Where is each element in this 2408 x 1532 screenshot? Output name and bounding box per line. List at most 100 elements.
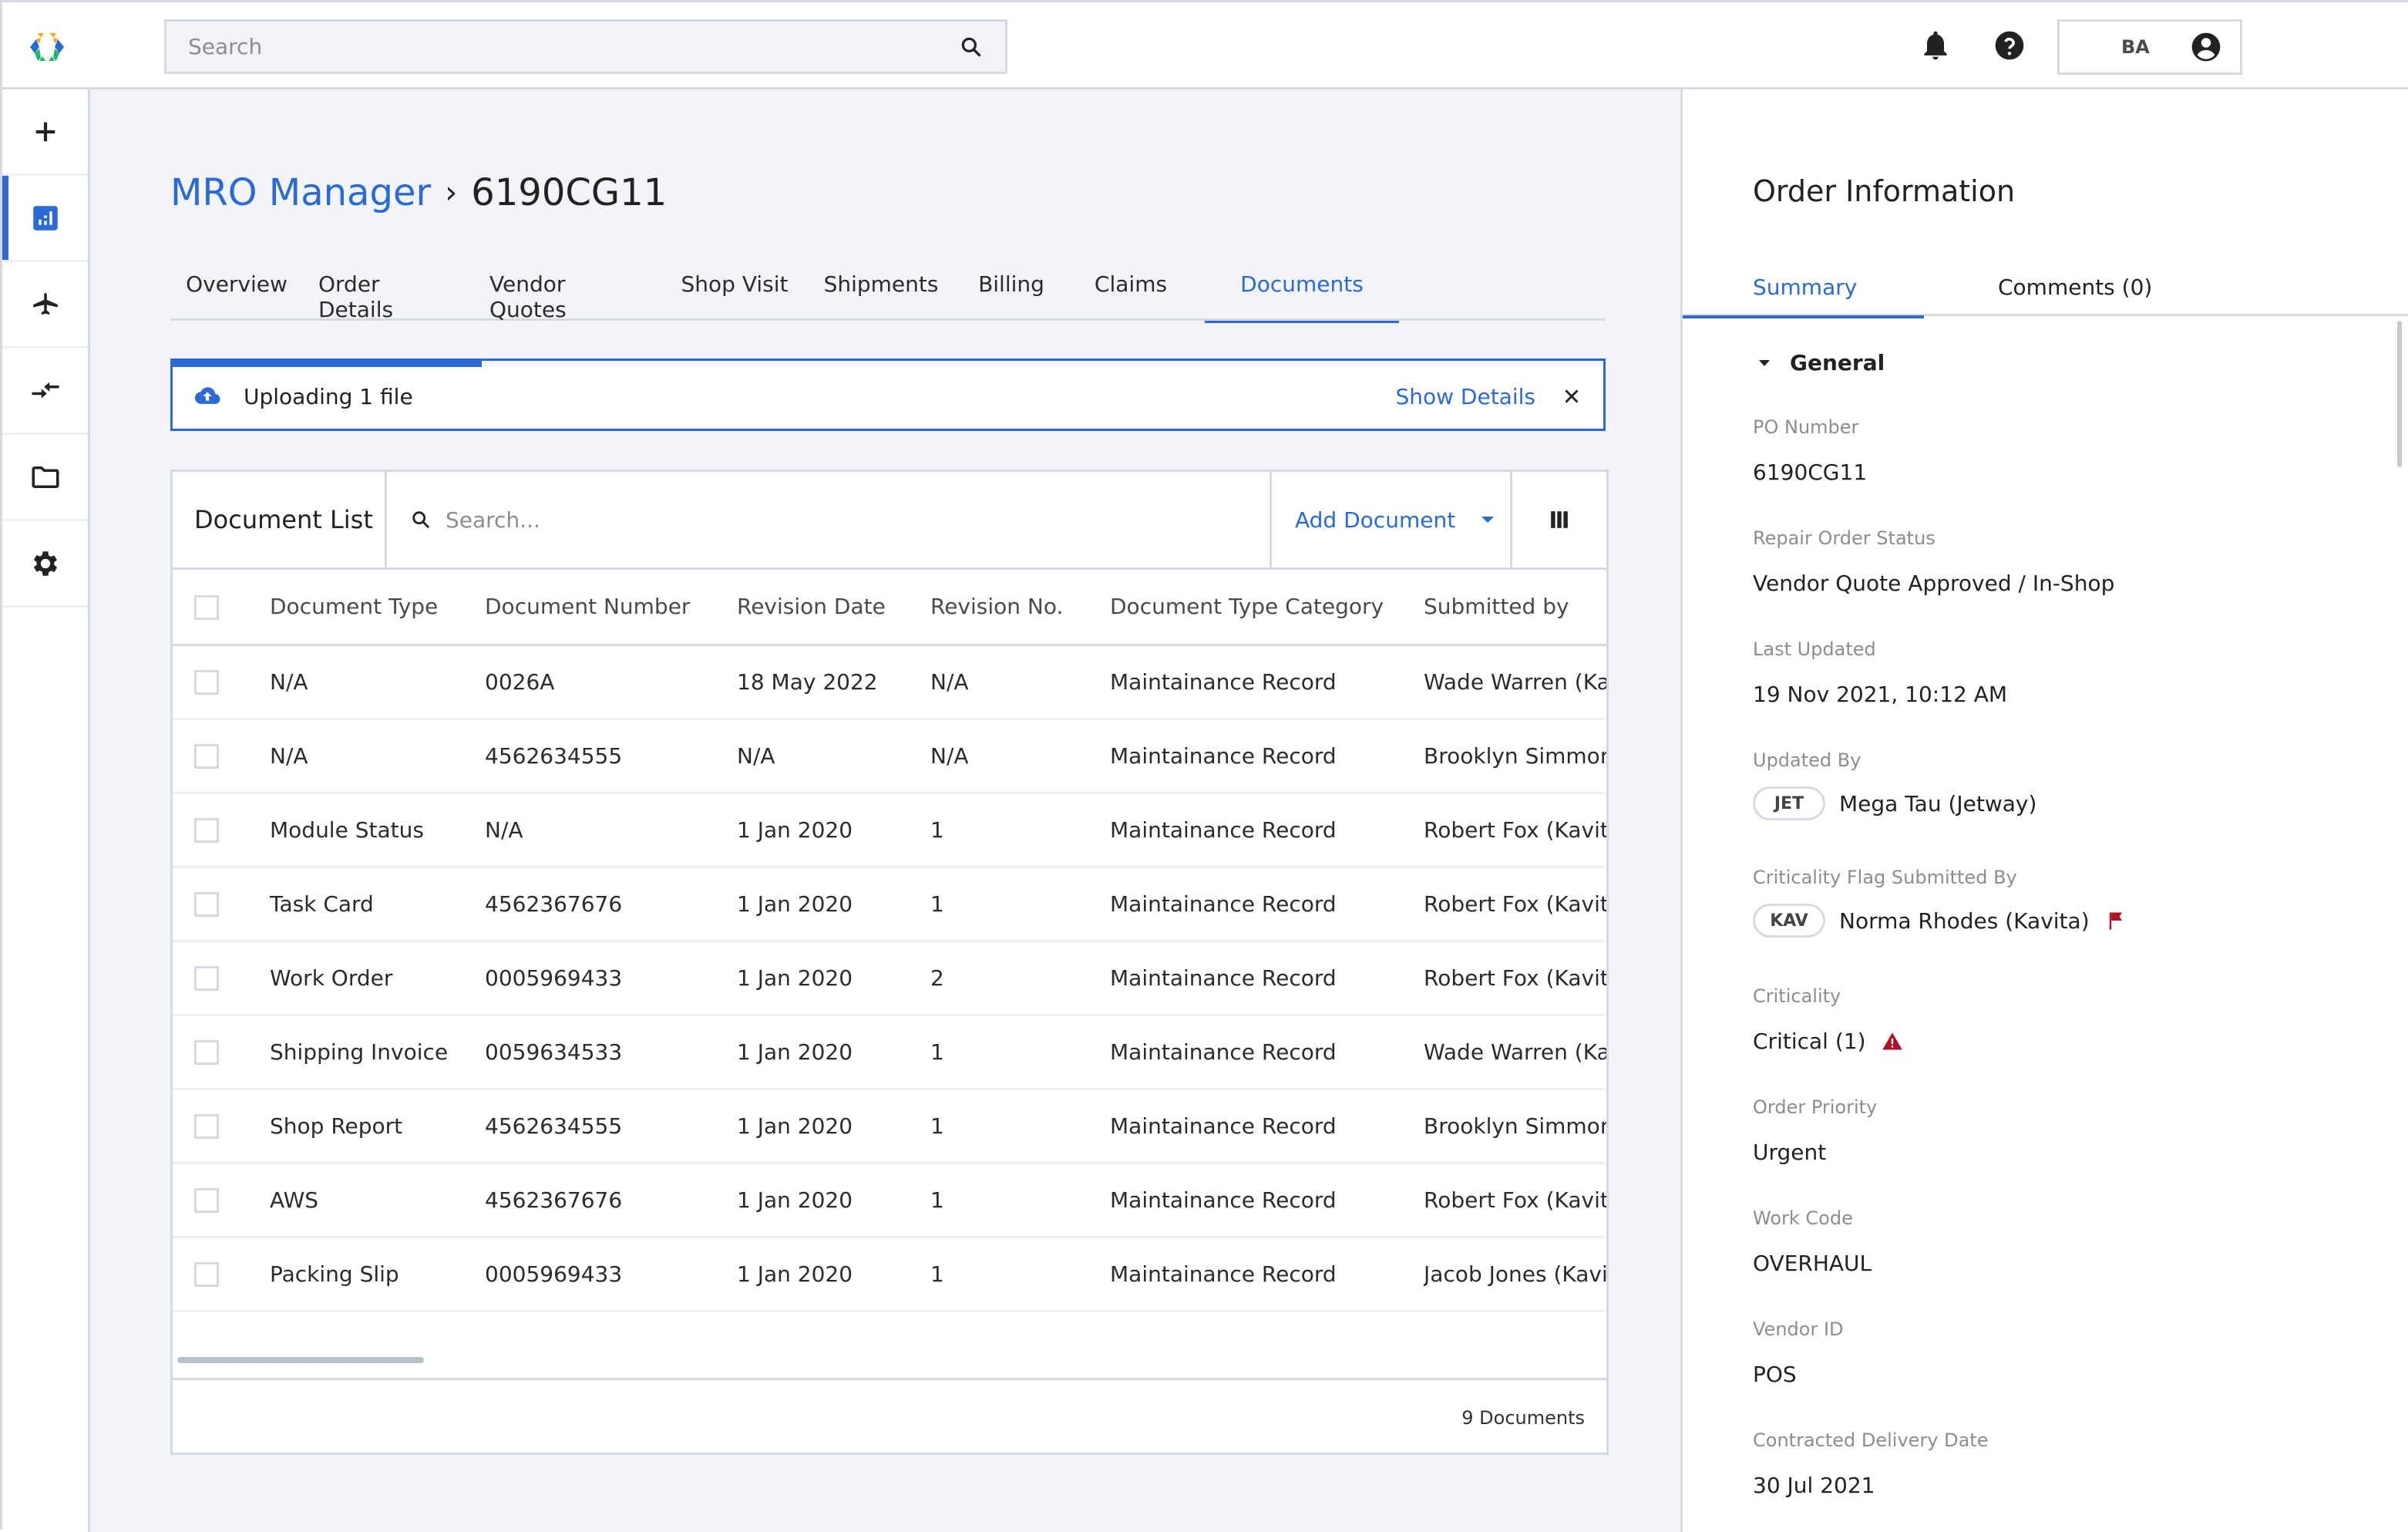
table-row[interactable]: Work Order 0005969433 1 Jan 2020 2 Maintaina…: [173, 941, 1606, 1015]
tab-vendor-quotes[interactable]: Vendor Quotes: [489, 271, 648, 322]
org-chip: JET: [1753, 786, 1825, 820]
tab-shop-visit[interactable]: Shop Visit: [681, 271, 789, 321]
order-information-panel: Order Information Summary Comments (0) G…: [1680, 89, 2408, 1532]
cell-revision-no: 1: [930, 1261, 944, 1287]
column-settings-button[interactable]: [1512, 472, 1606, 567]
top-bar: BA: [2, 2, 2408, 89]
tab-claims[interactable]: Claims: [1094, 271, 1168, 321]
field-value: Mega Tau (Jetway): [1839, 790, 2037, 817]
field-work-code: Work Code OVERHAUL: [1753, 1207, 1872, 1276]
breadcrumb-separator: ›: [445, 175, 458, 210]
field-label: Order Priority: [1753, 1096, 1878, 1118]
tab-billing[interactable]: Billing: [975, 271, 1048, 321]
table-header-row: Document Type Document Number Revision D…: [173, 570, 1606, 645]
column-header-submitted-by[interactable]: Submitted by: [1424, 570, 1606, 645]
column-header-document-type-category[interactable]: Document Type Category: [1110, 570, 1424, 645]
row-checkbox[interactable]: [194, 1040, 219, 1065]
cell-document-type-category: Maintainance Record: [1110, 1039, 1337, 1065]
document-table-container: Document Type Document Number Revision D…: [173, 570, 1606, 1378]
table-row[interactable]: Packing Slip 0005969433 1 Jan 2020 1 Maintai…: [173, 1237, 1606, 1311]
cell-document-number: N/A: [485, 817, 523, 843]
add-document-button[interactable]: Add Document: [1272, 472, 1512, 567]
user-menu[interactable]: BA: [2057, 19, 2242, 75]
global-search-input[interactable]: [188, 34, 959, 59]
table-row[interactable]: N/A 4562634555 N/A N/A Maintainance Record Br…: [173, 719, 1606, 793]
sidebar-item-settings[interactable]: [2, 521, 88, 608]
caret-down-icon: [1759, 359, 1770, 366]
table-row[interactable]: N/A 0026A 18 May 2022 N/A Maintainance Recor…: [173, 645, 1606, 719]
document-list-toolbar: Document List Add Document: [173, 472, 1606, 570]
column-header-document-number[interactable]: Document Number: [485, 570, 737, 645]
close-icon[interactable]: [1562, 386, 1582, 406]
org-chip: KAV: [1753, 904, 1825, 938]
field-label: Criticality Flag Submitted By: [1753, 867, 2017, 888]
search-icon[interactable]: [959, 35, 984, 59]
column-header-document-type[interactable]: Document Type: [270, 570, 485, 645]
sidebar-item-dashboard[interactable]: [2, 176, 88, 262]
cell-revision-date: 1 Jan 2020: [737, 1113, 853, 1139]
cell-document-type: N/A: [270, 668, 308, 695]
tab-summary[interactable]: Summary: [1683, 251, 1924, 318]
cell-revision-no: N/A: [930, 742, 969, 769]
sidebar-item-aircraft[interactable]: [2, 262, 88, 348]
tab-shipments[interactable]: Shipments: [824, 271, 939, 321]
cell-document-type: Shipping Invoice: [270, 1039, 449, 1065]
cell-revision-no: 1: [930, 1113, 944, 1139]
column-header-revision-no[interactable]: Revision No.: [930, 570, 1110, 645]
breadcrumb-parent-link[interactable]: MRO Manager: [170, 171, 431, 214]
cell-revision-date: 18 May 2022: [737, 668, 878, 695]
row-checkbox[interactable]: [194, 1188, 219, 1213]
cell-document-type: Work Order: [270, 965, 393, 991]
cell-revision-no: 1: [930, 817, 944, 843]
cloud-upload-icon: [194, 387, 220, 404]
field-value: Vendor Quote Approved / In-Shop: [1753, 571, 2115, 596]
field-label: Updated By: [1753, 749, 1861, 771]
cell-document-type-category: Maintainance Record: [1110, 1261, 1337, 1287]
tab-comments[interactable]: Comments (0): [1924, 251, 2152, 316]
sidebar-item-add[interactable]: [2, 89, 88, 176]
section-general-toggle[interactable]: General: [1753, 350, 1885, 375]
column-header-revision-date[interactable]: Revision Date: [737, 570, 930, 645]
sidebar-item-folder[interactable]: [2, 435, 88, 521]
cell-document-number: 4562634555: [485, 742, 623, 769]
user-initials: BA: [2121, 36, 2150, 58]
horizontal-scrollbar[interactable]: [177, 1357, 424, 1363]
row-checkbox[interactable]: [194, 1114, 219, 1139]
view-columns-icon: [1551, 511, 1568, 528]
row-checkbox[interactable]: [194, 670, 219, 695]
cell-document-type-category: Maintainance Record: [1110, 742, 1337, 769]
tab-documents[interactable]: Documents: [1205, 271, 1399, 323]
logo-icon[interactable]: [29, 32, 66, 62]
row-checkbox[interactable]: [194, 744, 219, 769]
cell-document-number: 0026A: [485, 668, 555, 695]
cell-document-type: Shop Report: [270, 1113, 403, 1139]
row-checkbox[interactable]: [194, 892, 219, 917]
bar-chart-icon: [32, 205, 58, 231]
table-row[interactable]: Module Status N/A 1 Jan 2020 1 Maintainance …: [173, 793, 1606, 867]
select-all-checkbox[interactable]: [194, 594, 219, 620]
row-checkbox[interactable]: [194, 818, 219, 843]
row-checkbox[interactable]: [194, 966, 219, 991]
sidebar-item-transfers[interactable]: [2, 348, 88, 435]
tab-overview[interactable]: Overview: [186, 271, 288, 321]
cell-revision-no: 1: [930, 891, 944, 917]
field-vendor-id: Vendor ID POS: [1753, 1318, 1844, 1387]
table-row[interactable]: AWS 4562367676 1 Jan 2020 1 Maintainance Rec…: [173, 1163, 1606, 1237]
table-row[interactable]: Shop Report 4562634555 1 Jan 2020 1 Maintain…: [173, 1089, 1606, 1163]
tab-order-details[interactable]: Order Details: [318, 271, 457, 322]
row-checkbox[interactable]: [194, 1262, 219, 1287]
show-details-link[interactable]: Show Details: [1395, 384, 1535, 409]
document-search-input[interactable]: [446, 507, 1270, 533]
table-row[interactable]: Task Card 4562367676 1 Jan 2020 1 Maintainan…: [173, 867, 1606, 941]
caret-down-icon: [1481, 517, 1495, 523]
table-row[interactable]: Shipping Invoice 0059634533 1 Jan 2020 1 Mai…: [173, 1015, 1606, 1089]
field-value: OVERHAUL: [1753, 1251, 1872, 1276]
global-search[interactable]: [164, 19, 1007, 74]
swap-arrows-icon: [32, 382, 59, 399]
help-icon[interactable]: [1993, 29, 2026, 62]
document-search[interactable]: [387, 472, 1272, 567]
cell-document-type-category: Maintainance Record: [1110, 668, 1337, 695]
bell-icon[interactable]: [1919, 29, 1952, 62]
vertical-scrollbar[interactable]: [2397, 321, 2402, 467]
upload-status-text: Uploading 1 file: [244, 383, 413, 409]
